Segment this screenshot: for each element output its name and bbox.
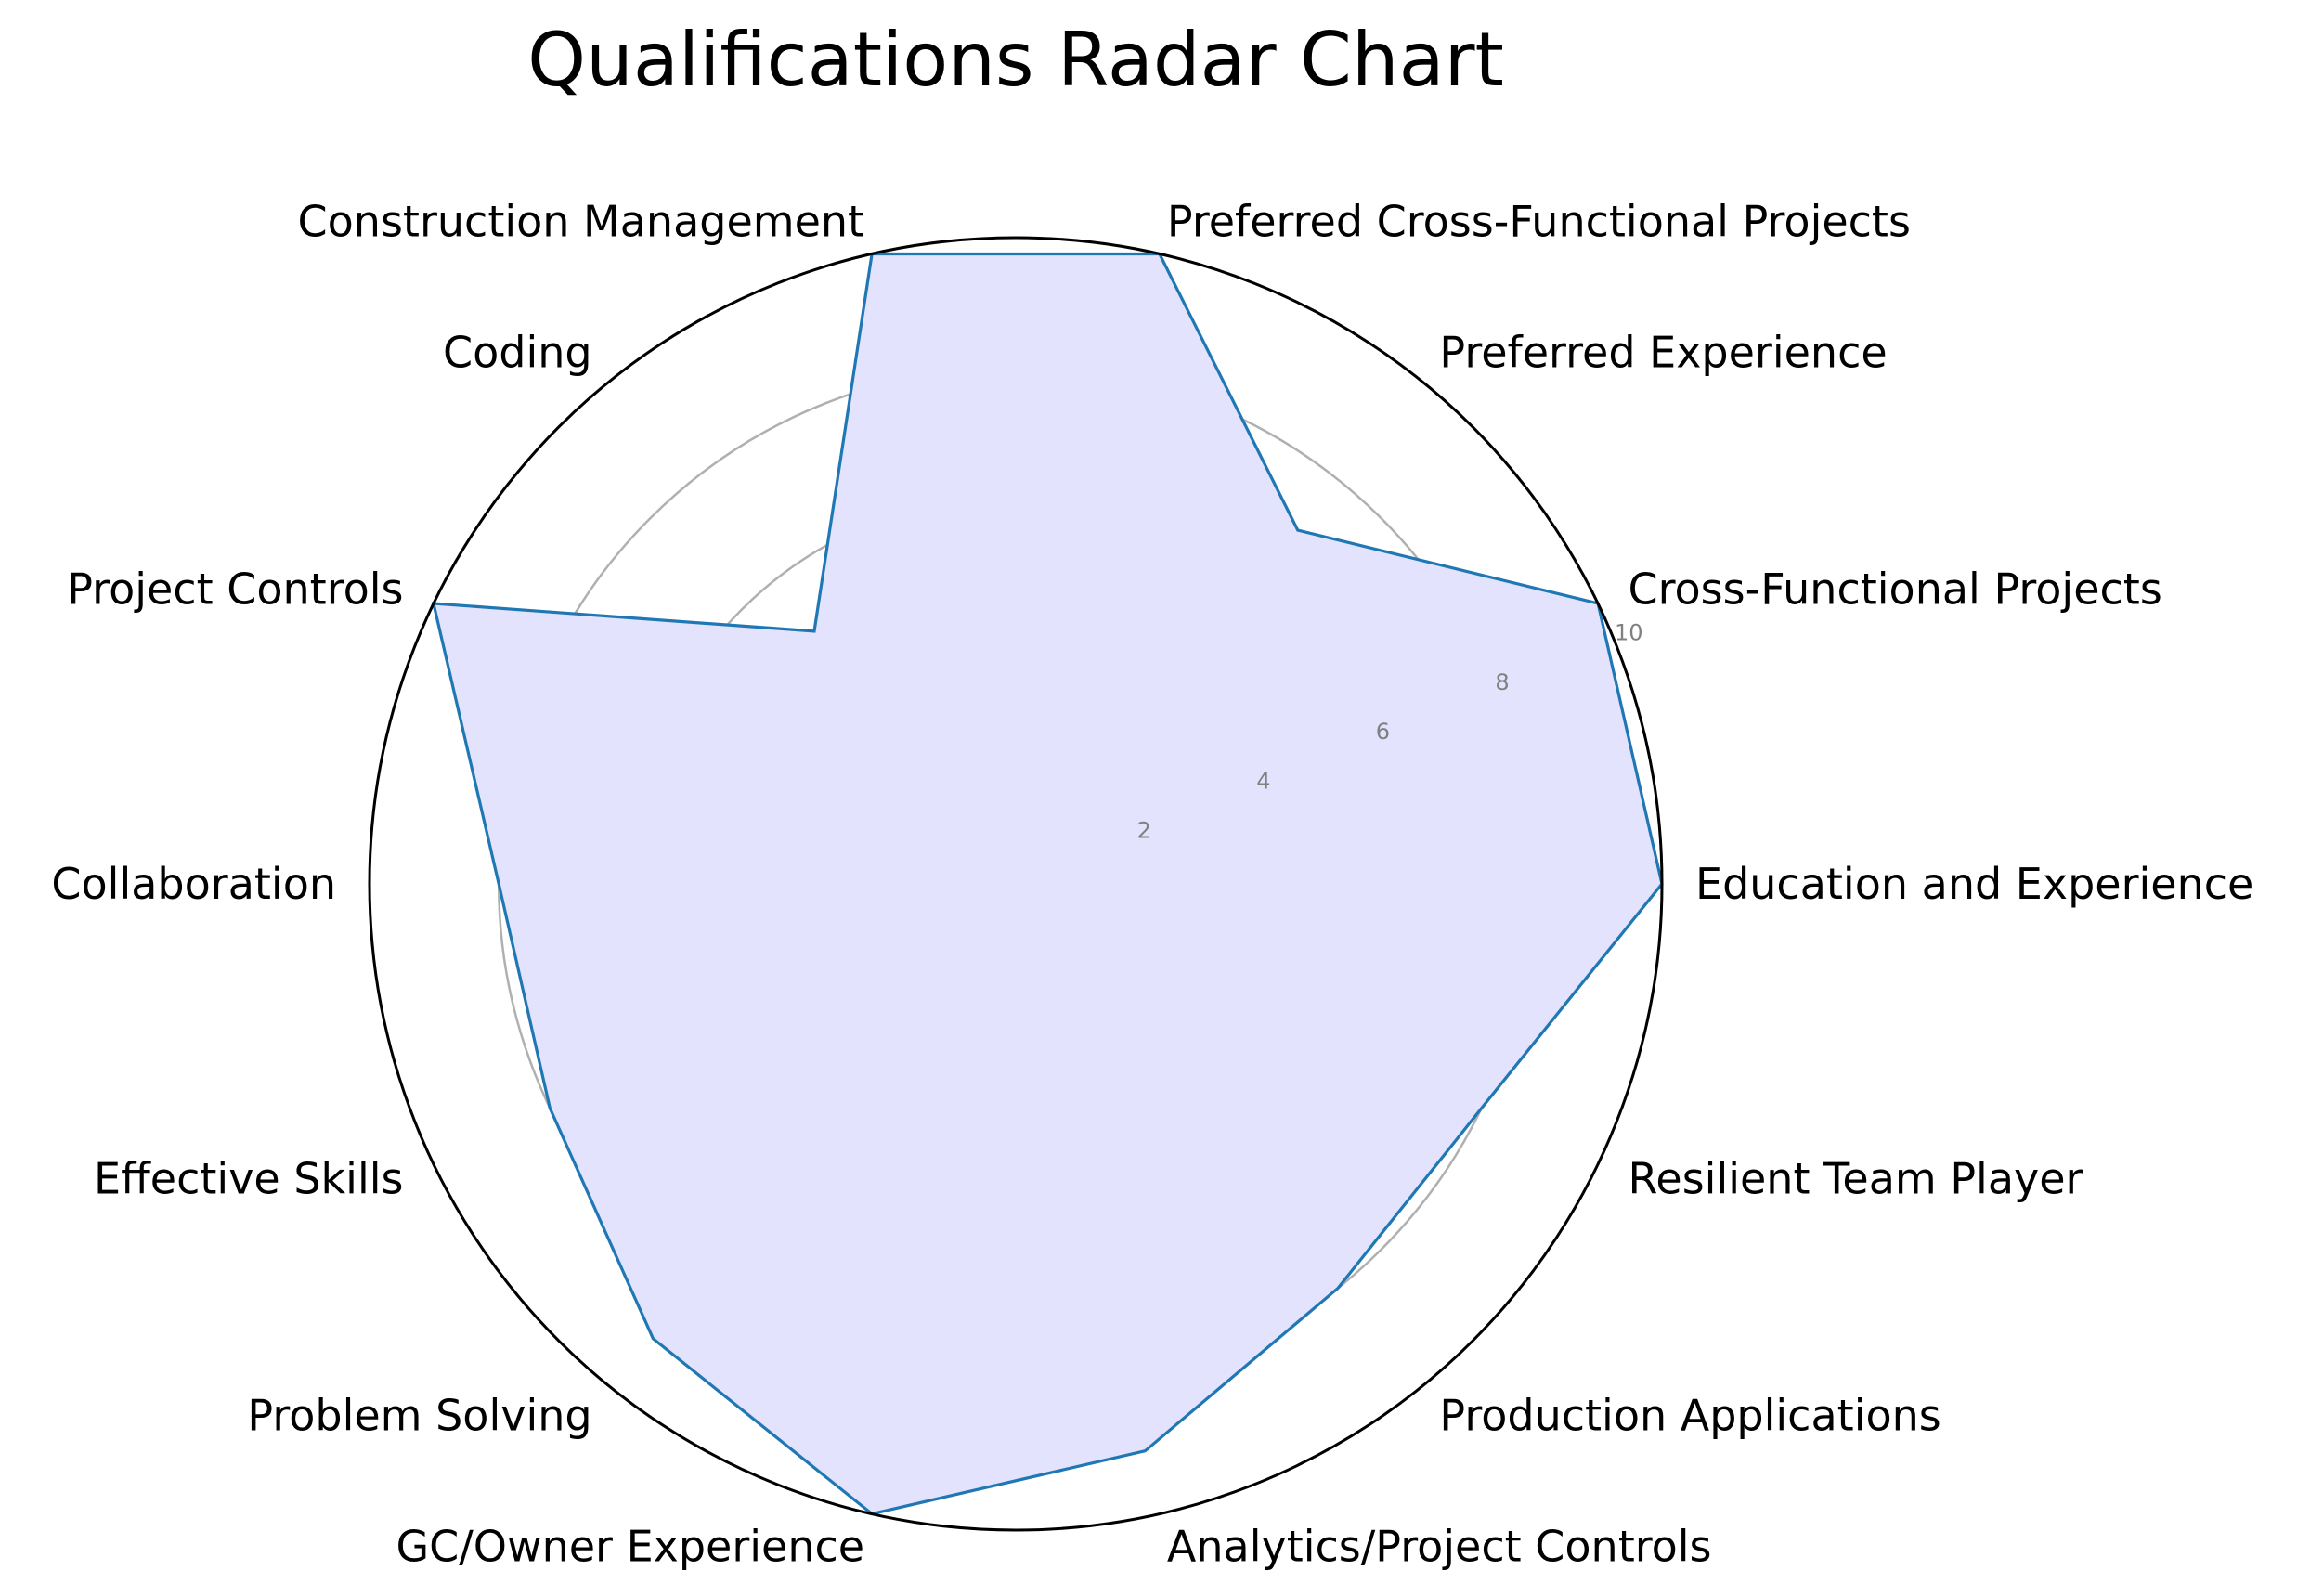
radar-chart: Qualifications Radar Chart Education and… [0,0,2323,1591]
data-point [549,1108,551,1109]
category-label: Construction Management [298,196,865,246]
radar-chart-svg: Qualifications Radar Chart Education and… [51,17,2253,1572]
chart-title: Qualifications Radar Chart [527,17,1504,103]
category-label: Preferred Experience [1439,328,1887,378]
radial-tick-label: 4 [1256,769,1270,795]
category-label: Problem Solving [247,1390,591,1440]
category-label: Production Applications [1439,1390,1940,1440]
data-point [498,883,500,885]
category-label: Effective Skills [94,1154,403,1204]
category-label: Project Controls [67,564,403,614]
data-series [431,252,1664,1516]
category-label: Collaboration [51,859,336,909]
series-fill-0 [433,253,1662,1514]
category-label: GC/Owner Experience [396,1522,864,1572]
category-label: Cross-Functional Projects [1629,564,2162,614]
radial-tick-label: 8 [1495,669,1509,695]
data-point [1297,529,1299,531]
category-label: Preferred Cross-Functional Projects [1167,196,1911,246]
radial-tick-label: 6 [1376,719,1390,745]
data-point [1481,1108,1483,1109]
data-point [652,1338,654,1340]
category-label: Resilient Team Player [1629,1154,2083,1204]
data-point [813,630,815,632]
category-label: Education and Experience [1695,859,2253,909]
radial-tick-label: 2 [1137,818,1151,844]
radial-tick-label: 10 [1615,620,1643,646]
data-point [1337,1287,1339,1289]
category-label: Coding [443,328,592,378]
category-label: Analytics/Project Controls [1167,1522,1712,1572]
data-point [1144,1450,1146,1452]
